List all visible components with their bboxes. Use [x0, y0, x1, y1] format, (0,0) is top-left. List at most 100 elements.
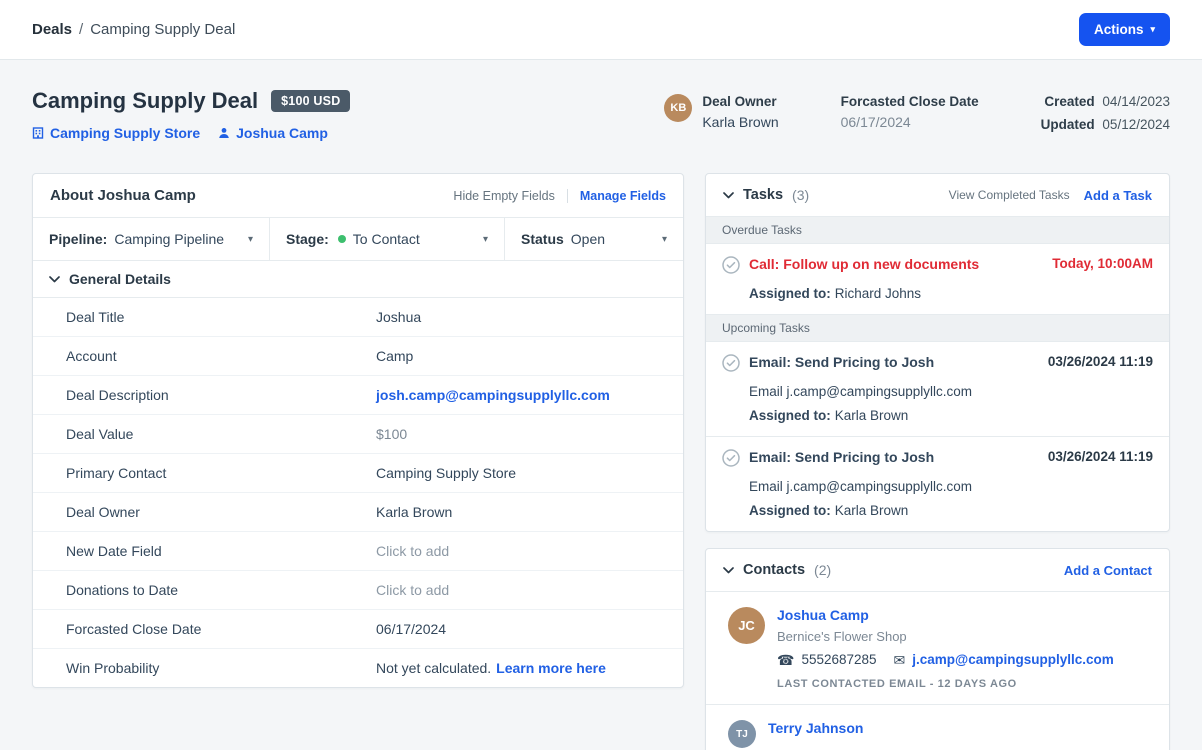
field-row-account: Account Camp — [33, 337, 683, 376]
field-row-deal-value: Deal Value $100 — [33, 415, 683, 454]
status-label: Status — [521, 231, 564, 247]
task-title[interactable]: Email: Send Pricing to Josh — [749, 354, 1039, 370]
assigned-to-value: Richard Johns — [835, 286, 921, 301]
field-value[interactable]: 06/17/2024 — [376, 621, 667, 637]
field-value: Not yet calculated. Learn more here — [376, 660, 667, 676]
task-due-date: 03/26/2024 11:19 — [1048, 354, 1153, 369]
field-value[interactable]: Karla Brown — [376, 504, 667, 520]
contact-association-link[interactable]: Joshua Camp — [218, 125, 328, 141]
created-value: 04/14/2023 — [1102, 94, 1170, 109]
chevron-down-icon[interactable] — [723, 192, 734, 199]
field-value-click-to-add[interactable]: Click to add — [376, 582, 667, 598]
contact-name-link[interactable]: Terry Jahnson — [768, 720, 1153, 736]
breadcrumb-current: Camping Supply Deal — [90, 21, 235, 38]
tasks-count: (3) — [792, 187, 809, 203]
hide-empty-fields-toggle[interactable]: Hide Empty Fields — [453, 189, 567, 203]
stage-label: Stage: — [286, 231, 329, 247]
view-completed-tasks-link[interactable]: View Completed Tasks — [949, 188, 1070, 202]
page-title: Camping Supply Deal — [32, 88, 258, 114]
field-row-primary-contact: Primary Contact Camping Supply Store — [33, 454, 683, 493]
task-due-date: Today, 10:00AM — [1052, 256, 1153, 271]
breadcrumb-deals-link[interactable]: Deals — [32, 21, 72, 38]
check-circle-icon[interactable] — [722, 256, 740, 277]
field-row-win-probability: Win Probability Not yet calculated. Learn… — [33, 649, 683, 687]
status-select[interactable]: Status Open ▾ — [505, 218, 683, 260]
contact-email-link[interactable]: j.camp@campingsupplyllc.com — [912, 652, 1113, 667]
building-icon — [32, 127, 44, 139]
contact-name-link[interactable]: Joshua Camp — [777, 607, 1153, 623]
task-item-upcoming: Email: Send Pricing to Josh 03/26/2024 1… — [706, 342, 1169, 437]
field-value-click-to-add[interactable]: Click to add — [376, 543, 667, 559]
contacts-card: Contacts (2) Add a Contact JC Joshua Cam… — [705, 548, 1170, 750]
field-label: Deal Title — [66, 309, 376, 325]
breadcrumb-separator: / — [79, 21, 83, 38]
field-value[interactable]: Camp — [376, 348, 667, 364]
contacts-count: (2) — [814, 562, 831, 578]
deal-header: Camping Supply Deal $100 USD Camping Sup… — [0, 60, 1202, 141]
field-row-deal-description: Deal Description josh.camp@campingsupply… — [33, 376, 683, 415]
assigned-to-label: Assigned to: — [749, 503, 831, 518]
pipeline-select[interactable]: Pipeline: Camping Pipeline ▾ — [33, 218, 270, 260]
caret-down-icon: ▾ — [483, 234, 488, 245]
status-value: Open — [571, 231, 605, 247]
created-label: Created — [1044, 94, 1094, 109]
upcoming-tasks-header: Upcoming Tasks — [706, 315, 1169, 342]
assigned-to-label: Assigned to: — [749, 286, 831, 301]
deal-owner-label: Deal Owner — [702, 94, 778, 109]
field-row-deal-title: Deal Title Joshua — [33, 298, 683, 337]
task-due-date: 03/26/2024 11:19 — [1048, 449, 1153, 464]
task-title[interactable]: Email: Send Pricing to Josh — [749, 449, 1039, 465]
caret-down-icon: ▾ — [248, 234, 253, 245]
stage-select[interactable]: Stage: To Contact ▾ — [270, 218, 505, 260]
task-title[interactable]: Call: Follow up on new documents — [749, 256, 1043, 272]
deal-amount-badge: $100 USD — [271, 90, 350, 112]
field-label: Deal Owner — [66, 504, 376, 520]
overdue-tasks-header: Overdue Tasks — [706, 217, 1169, 244]
general-details-title: General Details — [69, 271, 171, 287]
general-details-section-toggle[interactable]: General Details — [33, 261, 683, 298]
field-list: Deal Title Joshua Account Camp Deal Desc… — [33, 298, 683, 687]
field-value-email-link[interactable]: josh.camp@campingsupplyllc.com — [376, 387, 667, 403]
tasks-title: Tasks — [743, 187, 783, 203]
caret-down-icon: ▾ — [662, 234, 667, 245]
last-contacted-label: LAST CONTACTED EMAIL - 12 DAYS AGO — [777, 678, 1153, 690]
contacts-title: Contacts — [743, 562, 805, 578]
field-row-deal-owner: Deal Owner Karla Brown — [33, 493, 683, 532]
task-item-upcoming: Email: Send Pricing to Josh 03/26/2024 1… — [706, 437, 1169, 531]
stage-value: To Contact — [353, 231, 420, 247]
updated-value: 05/12/2024 — [1102, 117, 1170, 132]
caret-down-icon: ▾ — [1150, 25, 1155, 34]
deal-header-left: Camping Supply Deal $100 USD Camping Sup… — [32, 88, 350, 141]
deal-owner-value: Karla Brown — [702, 114, 778, 130]
contact-company: Bernice's Flower Shop — [777, 629, 1153, 644]
pipeline-label: Pipeline: — [49, 231, 107, 247]
field-value[interactable]: $100 — [376, 426, 667, 442]
company-association-link[interactable]: Camping Supply Store — [32, 125, 200, 141]
pipeline-value: Camping Pipeline — [114, 231, 224, 247]
task-email-line: Email j.camp@campingsupplyllc.com — [749, 479, 1153, 494]
check-circle-icon[interactable] — [722, 354, 740, 375]
deal-owner-avatar: KB — [664, 94, 692, 122]
chevron-down-icon[interactable] — [723, 567, 734, 574]
about-card: About Joshua Camp Hide Empty Fields Mana… — [32, 173, 684, 688]
field-label: Win Probability — [66, 660, 376, 676]
field-value[interactable]: Joshua — [376, 309, 667, 325]
close-date-value: 06/17/2024 — [841, 114, 979, 130]
field-label: Deal Description — [66, 387, 376, 403]
check-circle-icon[interactable] — [722, 449, 740, 470]
task-item-overdue: Call: Follow up on new documents Today, … — [706, 244, 1169, 315]
learn-more-link[interactable]: Learn more here — [496, 660, 606, 676]
assigned-to-value: Karla Brown — [835, 408, 909, 423]
field-label: Forcasted Close Date — [66, 621, 376, 637]
manage-fields-link[interactable]: Manage Fields — [580, 189, 666, 203]
add-task-link[interactable]: Add a Task — [1084, 188, 1152, 203]
field-label: Donations to Date — [66, 582, 376, 598]
win-probability-text: Not yet calculated. — [376, 660, 491, 676]
actions-button[interactable]: Actions ▾ — [1079, 13, 1170, 46]
company-link-label: Camping Supply Store — [50, 125, 200, 141]
contact-avatar: JC — [728, 607, 765, 644]
contact-phone[interactable]: 5552687285 — [801, 652, 876, 667]
add-contact-link[interactable]: Add a Contact — [1064, 563, 1152, 578]
field-value[interactable]: Camping Supply Store — [376, 465, 667, 481]
tasks-card: Tasks (3) View Completed Tasks Add a Tas… — [705, 173, 1170, 532]
